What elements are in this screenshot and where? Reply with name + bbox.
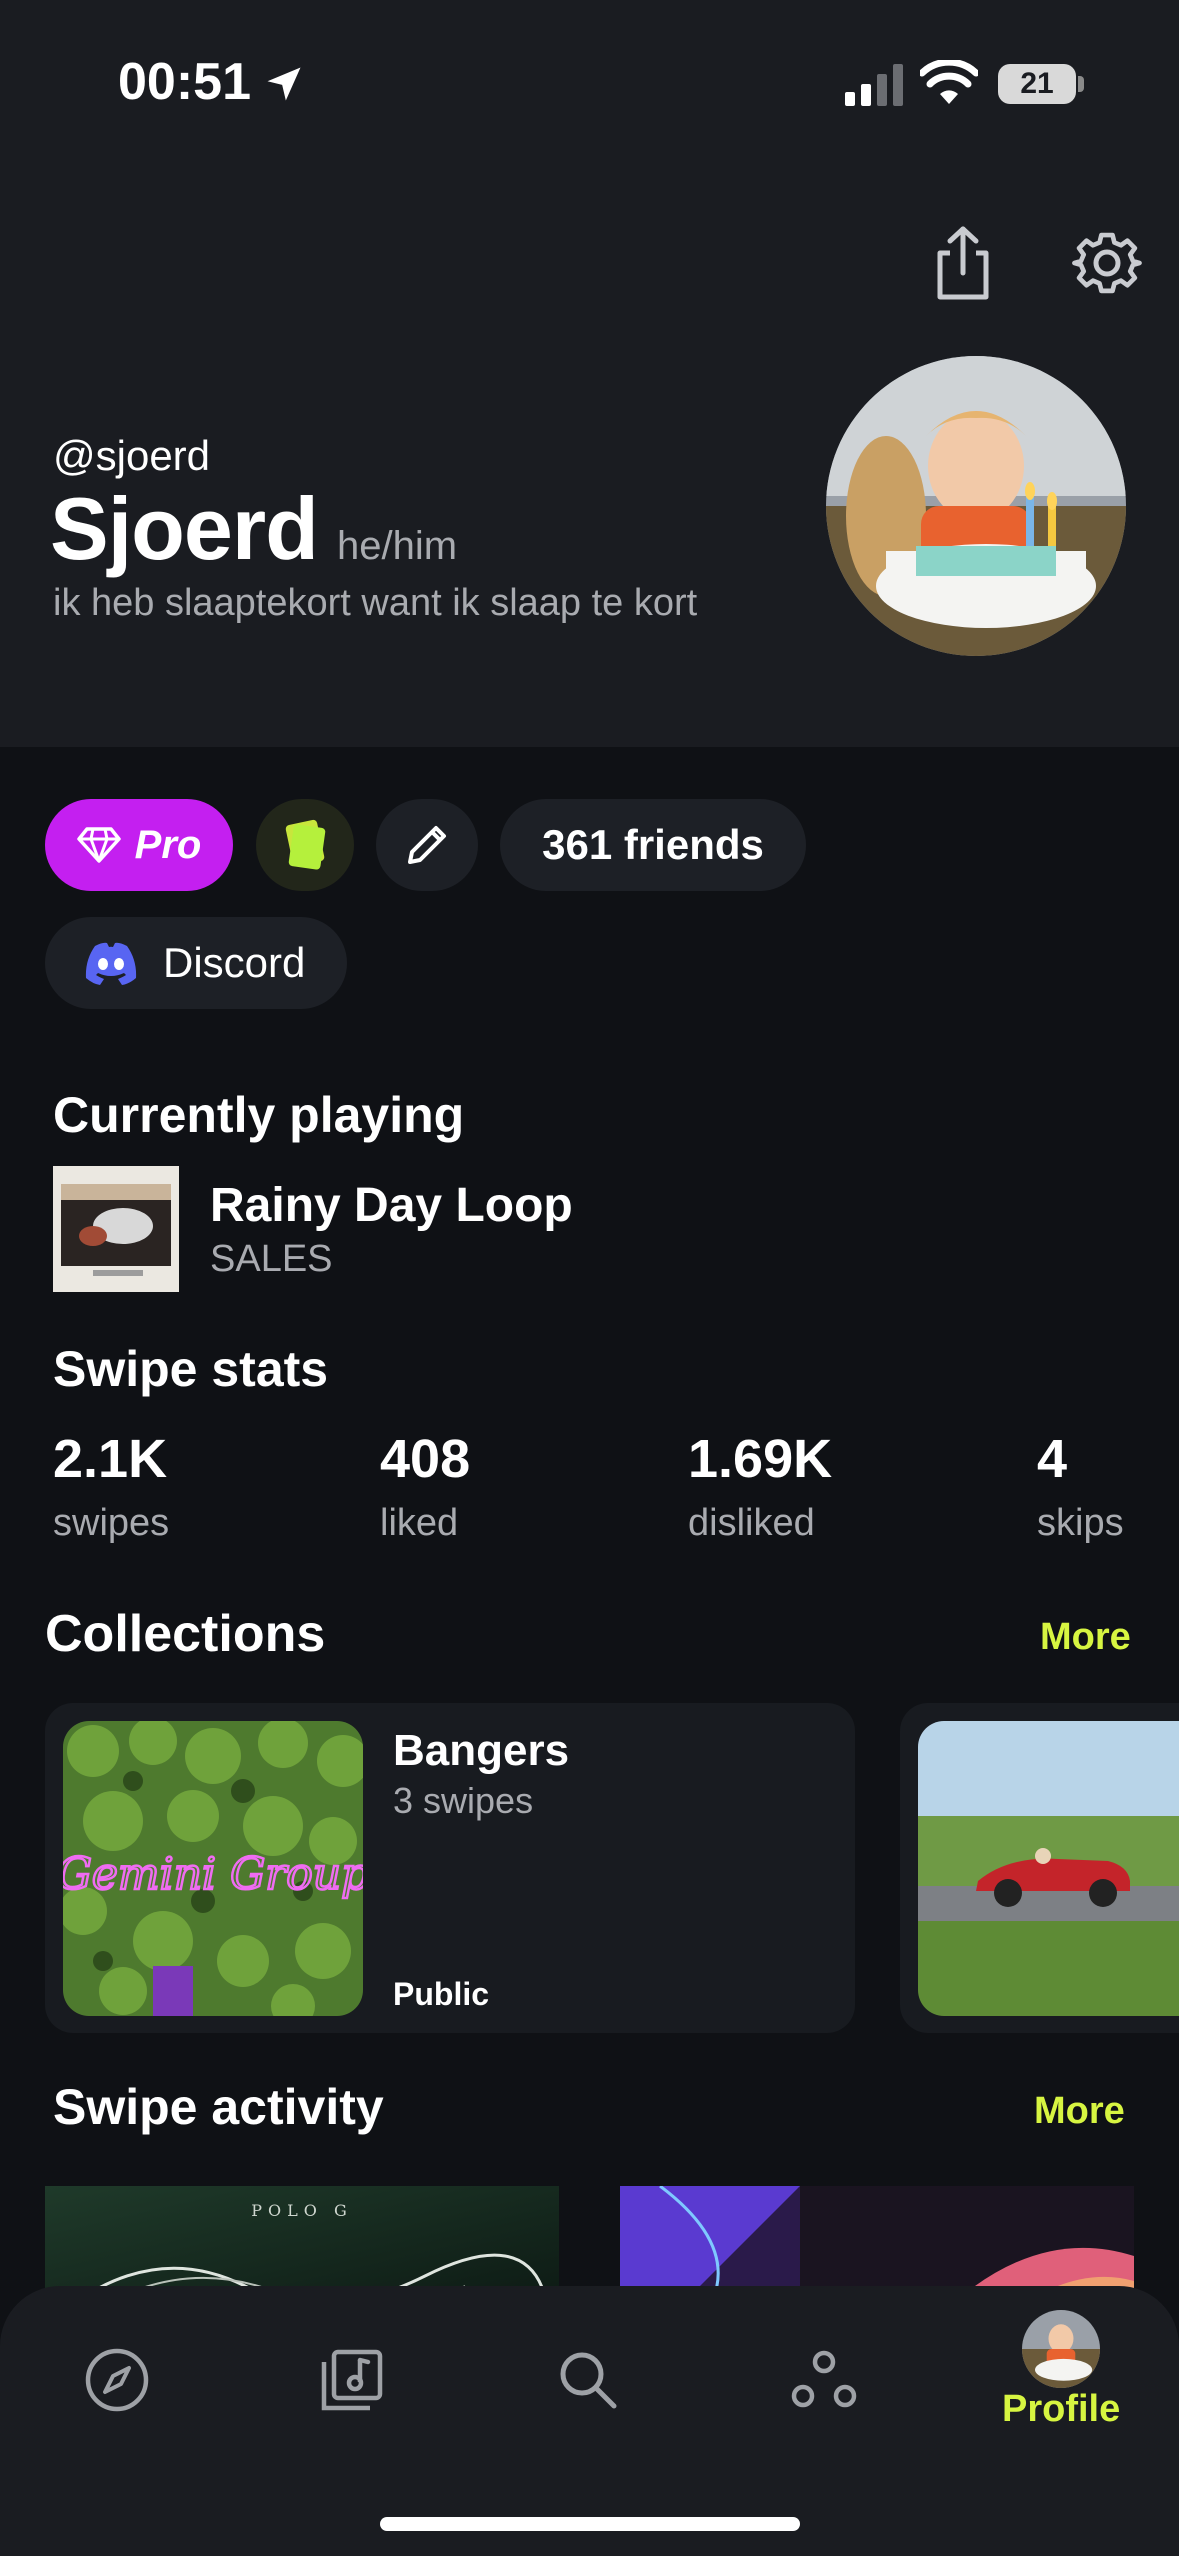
collection-artwork[interactable]: Gemini Group bbox=[63, 1721, 363, 2016]
collections-heading: Collections bbox=[45, 1605, 326, 1663]
discord-label: Discord bbox=[163, 939, 306, 986]
signal-icon bbox=[845, 64, 903, 106]
stat-label-skips: skips bbox=[1037, 1502, 1124, 1544]
tab-profile-label[interactable]: Profile bbox=[1002, 2388, 1120, 2431]
share-icon[interactable] bbox=[930, 225, 996, 301]
battery-indicator: 21 bbox=[998, 64, 1076, 104]
community-icon bbox=[791, 2350, 857, 2408]
now-playing-artist: SALES bbox=[210, 1238, 333, 1280]
diamond-icon bbox=[76, 827, 121, 863]
stat-value-liked: 408 bbox=[380, 1429, 471, 1489]
stat-label-disliked: disliked bbox=[688, 1502, 815, 1544]
cards-icon bbox=[285, 819, 326, 870]
compass-icon bbox=[85, 2348, 149, 2412]
bio: ik heb slaaptekort want ik slaap te kort bbox=[53, 582, 698, 624]
avatar[interactable] bbox=[826, 356, 1126, 656]
tab-search[interactable] bbox=[538, 2330, 638, 2430]
collections-more-link[interactable]: More bbox=[1040, 1616, 1131, 1659]
tab-explore[interactable] bbox=[67, 2330, 167, 2430]
wifi-icon bbox=[920, 60, 978, 104]
collection-swipe-count: 3 swipes bbox=[393, 1780, 534, 1821]
swipe-activity-more-link[interactable]: More bbox=[1034, 2090, 1125, 2133]
discord-button[interactable]: Discord bbox=[45, 917, 347, 1009]
stat-value-skips: 4 bbox=[1037, 1429, 1068, 1489]
swipe-activity-heading: Swipe activity bbox=[53, 2079, 384, 2135]
display-name: Sjoerd bbox=[50, 479, 319, 578]
user-handle: @sjoerd bbox=[53, 432, 211, 479]
stat-value-disliked: 1.69K bbox=[688, 1429, 833, 1489]
status-time: 00:51 bbox=[118, 53, 251, 111]
tab-profile-avatar[interactable] bbox=[1022, 2310, 1100, 2388]
stat-label-liked: liked bbox=[380, 1502, 459, 1544]
now-playing-artwork[interactable] bbox=[53, 1166, 179, 1292]
tab-library[interactable] bbox=[302, 2330, 402, 2430]
battery-tip bbox=[1078, 76, 1084, 92]
friends-count-button[interactable]: 361 friends bbox=[500, 799, 806, 891]
activity-card-text: POLO G bbox=[251, 2201, 353, 2220]
music-library-icon bbox=[321, 2349, 383, 2411]
collection-name: Bangers bbox=[393, 1726, 570, 1775]
collection-art-text: Gemini Group bbox=[63, 1849, 363, 1900]
swipe-stats-heading: Swipe stats bbox=[53, 1341, 329, 1397]
pro-badge-button[interactable]: Pro bbox=[45, 799, 233, 891]
edit-profile-button[interactable] bbox=[376, 799, 478, 891]
now-playing-title[interactable]: Rainy Day Loop bbox=[210, 1178, 573, 1233]
location-arrow-icon bbox=[267, 67, 301, 101]
home-indicator[interactable] bbox=[380, 2517, 800, 2531]
cards-button[interactable] bbox=[256, 799, 354, 891]
collection-visibility: Public bbox=[393, 1976, 490, 2012]
gear-icon[interactable] bbox=[1072, 228, 1142, 298]
currently-playing-heading: Currently playing bbox=[53, 1087, 465, 1143]
pronouns: he/him bbox=[337, 524, 458, 568]
tab-social[interactable] bbox=[774, 2330, 874, 2430]
stat-label-swipes: swipes bbox=[53, 1502, 170, 1544]
pencil-icon bbox=[408, 826, 446, 864]
discord-icon bbox=[85, 942, 137, 985]
pro-label: Pro bbox=[134, 822, 202, 867]
stat-value-swipes: 2.1K bbox=[53, 1429, 168, 1489]
collection-artwork[interactable] bbox=[918, 1721, 1179, 2016]
search-icon bbox=[560, 2352, 617, 2409]
